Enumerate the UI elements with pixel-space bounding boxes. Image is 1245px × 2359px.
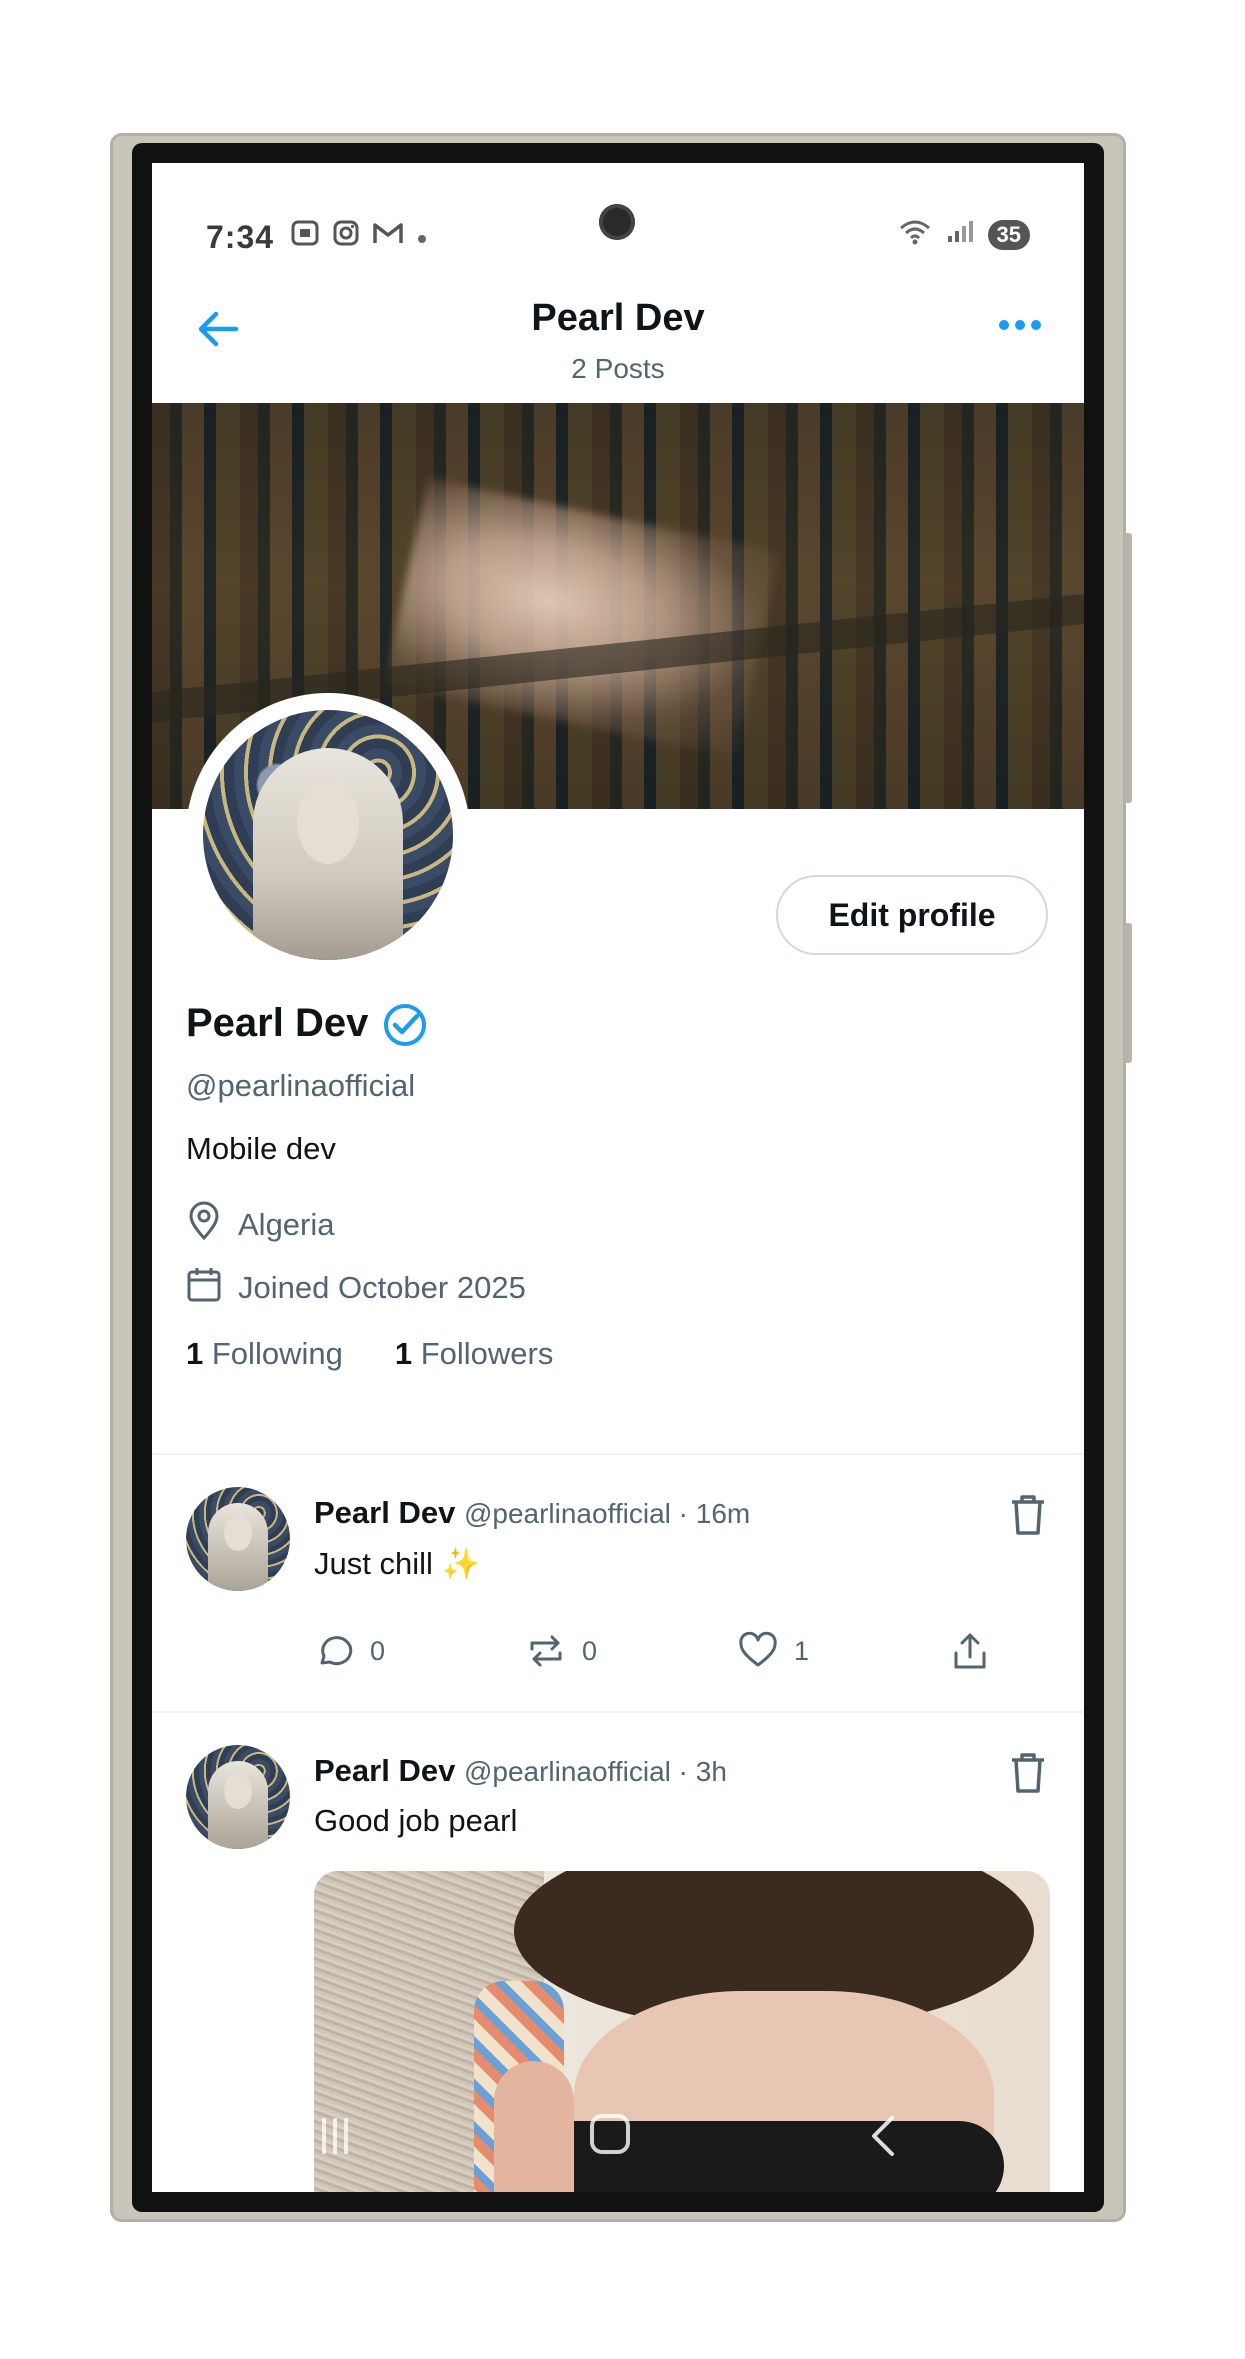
gmail-icon bbox=[372, 220, 404, 253]
power-button bbox=[1124, 923, 1132, 1063]
followers-count: 1 bbox=[394, 1336, 413, 1371]
screenshot-icon bbox=[290, 219, 320, 254]
instagram-icon bbox=[332, 219, 360, 254]
mini-face bbox=[224, 1515, 252, 1551]
volume-button bbox=[1124, 533, 1132, 803]
status-bar: 7:34 35 bbox=[152, 163, 1084, 273]
following-count: 1 bbox=[186, 1336, 204, 1371]
signal-icon bbox=[946, 220, 974, 249]
delete-trash-icon[interactable] bbox=[1008, 1493, 1048, 1537]
share-icon bbox=[954, 1633, 986, 1669]
calendar-icon bbox=[186, 1265, 222, 1311]
home-icon[interactable] bbox=[590, 2114, 630, 2154]
followers-label: Followers bbox=[420, 1336, 554, 1371]
like-count: 1 bbox=[794, 1635, 810, 1666]
location-text: Algeria bbox=[238, 1207, 335, 1242]
header-title: Pearl Dev bbox=[531, 297, 705, 339]
post-header: Pearl Dev @pearlinaofficial · 3h bbox=[314, 1753, 727, 1789]
notification-icons bbox=[290, 219, 428, 254]
post-meta: @pearlinaofficial · 16m bbox=[463, 1498, 751, 1529]
following-label: Following bbox=[211, 1336, 343, 1371]
system-nav-bar bbox=[152, 2082, 1084, 2192]
post-meta: @pearlinaofficial · 3h bbox=[463, 1756, 727, 1787]
profile-bio: Mobile dev bbox=[186, 1131, 336, 1166]
profile-joined: Joined October 2025 bbox=[186, 1265, 526, 1311]
screen: 7:34 35 Pearl Dev 2 Posts Edit profile P… bbox=[152, 163, 1084, 2192]
followers-link[interactable]: 1 Followers bbox=[395, 1336, 554, 1372]
profile-location: Algeria bbox=[186, 1201, 335, 1249]
battery-indicator: 35 bbox=[987, 219, 1030, 250]
dot-icon bbox=[416, 221, 428, 252]
phone-bezel: 7:34 35 Pearl Dev 2 Posts Edit profile P… bbox=[132, 143, 1104, 2212]
location-pin-icon bbox=[186, 1201, 222, 1249]
system-back-icon[interactable] bbox=[862, 2112, 906, 2160]
heart-icon bbox=[739, 1631, 777, 1667]
avatar-face bbox=[297, 780, 359, 864]
phone-frame: 7:34 35 Pearl Dev 2 Posts Edit profile P… bbox=[110, 133, 1132, 2222]
verified-badge-icon bbox=[381, 1001, 429, 1049]
post-text: Just chill ✨ bbox=[314, 1546, 481, 1581]
reply-count: 0 bbox=[370, 1635, 386, 1666]
post-header: Pearl Dev @pearlinaofficial · 16m bbox=[314, 1495, 750, 1531]
share-action[interactable] bbox=[950, 1631, 990, 1671]
edit-profile-button[interactable]: Edit profile bbox=[776, 875, 1048, 955]
recent-apps-icon[interactable] bbox=[322, 2118, 358, 2154]
banner-hand bbox=[384, 477, 780, 759]
repost-icon bbox=[530, 1635, 562, 1667]
follow-stats: 1 Following 1 Followers bbox=[186, 1336, 553, 1372]
post-avatar[interactable] bbox=[186, 1745, 290, 1849]
post-author[interactable]: Pearl Dev bbox=[314, 1495, 455, 1530]
like-action[interactable]: 1 bbox=[738, 1631, 809, 1671]
profile-name: Pearl Dev bbox=[186, 1001, 369, 1045]
repost-count: 0 bbox=[582, 1635, 598, 1666]
front-camera bbox=[599, 204, 635, 240]
profile-header: Pearl Dev 2 Posts bbox=[152, 273, 1084, 403]
wifi-icon bbox=[898, 219, 932, 250]
post-avatar[interactable] bbox=[186, 1487, 290, 1591]
more-options-icon[interactable] bbox=[992, 305, 1048, 345]
following-link[interactable]: 1 Following bbox=[186, 1336, 343, 1372]
profile-avatar[interactable] bbox=[186, 693, 470, 977]
reply-action[interactable]: 0 bbox=[314, 1631, 385, 1671]
repost-action[interactable]: 0 bbox=[526, 1631, 597, 1671]
delete-trash-icon[interactable] bbox=[1008, 1751, 1048, 1795]
status-right: 35 bbox=[898, 219, 1030, 250]
profile-handle: @pearlinaofficial bbox=[186, 1068, 416, 1103]
post-text: Good job pearl bbox=[314, 1803, 518, 1838]
header-post-count: 2 Posts bbox=[571, 353, 665, 384]
joined-text: Joined October 2025 bbox=[238, 1270, 526, 1305]
post-author[interactable]: Pearl Dev bbox=[314, 1753, 455, 1788]
mini-face bbox=[224, 1773, 252, 1809]
post-item[interactable]: Pearl Dev @pearlinaofficial · 16m Just c… bbox=[152, 1455, 1084, 1713]
status-time: 7:34 bbox=[206, 219, 275, 255]
reply-icon bbox=[320, 1636, 353, 1666]
avatar-image bbox=[203, 710, 453, 960]
post-actions: 0 0 1 bbox=[314, 1631, 1014, 1679]
